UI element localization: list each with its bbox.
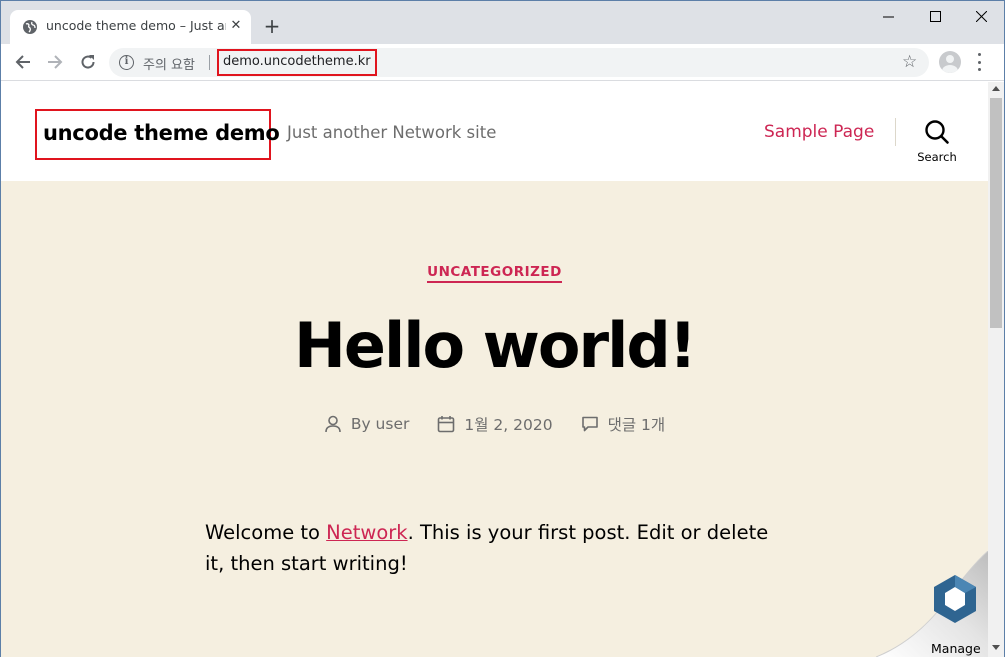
header-divider [895, 118, 896, 146]
user-icon [325, 415, 341, 433]
tab-strip: uncode theme demo – Just another ✕ + [1, 1, 1004, 44]
forward-button[interactable] [43, 50, 67, 74]
info-icon[interactable]: i [119, 55, 134, 70]
tab-title: uncode theme demo – Just another [46, 18, 226, 33]
profile-avatar[interactable] [939, 51, 961, 73]
browser-menu-icon[interactable] [976, 53, 982, 71]
category-link[interactable]: UNCATEGORIZED [427, 264, 562, 283]
omnibox-divider [209, 55, 210, 70]
scrollbar-thumb[interactable] [990, 98, 1002, 328]
tab-close-icon[interactable]: ✕ [228, 18, 244, 34]
minimize-button[interactable] [865, 1, 911, 31]
site-title[interactable]: uncode theme demo [43, 121, 280, 145]
site-tagline: Just another Network site [287, 123, 497, 142]
nav-link-sample-page[interactable]: Sample Page [764, 122, 874, 142]
close-icon [975, 10, 987, 22]
post-comments: 댓글 1개 [581, 413, 666, 435]
close-window-button[interactable] [958, 1, 1004, 31]
search-label: Search [917, 150, 957, 164]
date-link[interactable]: 1월 2, 2020 [464, 413, 552, 435]
scroll-up-arrow-icon[interactable] [992, 86, 1000, 91]
minimize-icon [882, 16, 894, 17]
post-meta: By user 1월 2, 2020 댓글 1개 [1, 413, 988, 435]
new-tab-button[interactable]: + [261, 15, 283, 37]
site-header: uncode theme demo Just another Network s… [1, 82, 988, 181]
back-button[interactable] [11, 50, 35, 74]
vertical-scrollbar[interactable] [988, 82, 1004, 657]
security-status[interactable]: 주의 요함 [143, 54, 195, 73]
bookmark-star-icon[interactable]: ☆ [902, 53, 917, 71]
forward-arrow-icon [48, 55, 63, 69]
comments-link[interactable]: 댓글 1개 [608, 413, 666, 435]
maximize-icon [929, 10, 941, 22]
body-text-start: Welcome to [205, 521, 327, 544]
comment-icon [581, 416, 598, 432]
reload-icon [81, 55, 95, 69]
post-hero: UNCATEGORIZED Hello world! By user 1월 2,… [1, 181, 988, 657]
search-icon [925, 120, 949, 144]
post-content: Welcome to Network. This is your first p… [205, 517, 785, 579]
network-link[interactable]: Network [326, 521, 407, 544]
maximize-button[interactable] [912, 1, 958, 31]
web-page: uncode theme demo Just another Network s… [1, 82, 988, 657]
calendar-icon [438, 416, 455, 433]
search-toggle-button[interactable]: Search [913, 118, 961, 168]
author-link[interactable]: By user [351, 415, 410, 433]
post-author: By user [324, 413, 410, 435]
back-arrow-icon [15, 55, 30, 69]
browser-tab[interactable]: uncode theme demo – Just another ✕ [10, 10, 251, 44]
manage-label[interactable]: Manage [931, 641, 981, 656]
post-category: UNCATEGORIZED [1, 261, 988, 283]
url-text[interactable]: demo.uncodetheme.kr [217, 49, 377, 76]
site-title-highlight: uncode theme demo [35, 109, 280, 160]
post-title: Hello world! [294, 309, 697, 382]
browser-window: uncode theme demo – Just another ✕ + i 주… [0, 0, 1005, 657]
globe-icon [23, 20, 37, 34]
address-bar[interactable]: i 주의 요함 demo.uncodetheme.kr ☆ [109, 48, 929, 77]
browser-toolbar: i 주의 요함 demo.uncodetheme.kr ☆ [1, 44, 1004, 81]
scroll-down-arrow-icon[interactable] [992, 645, 1000, 650]
reload-button[interactable] [76, 50, 100, 74]
post-date: 1월 2, 2020 [437, 413, 553, 435]
